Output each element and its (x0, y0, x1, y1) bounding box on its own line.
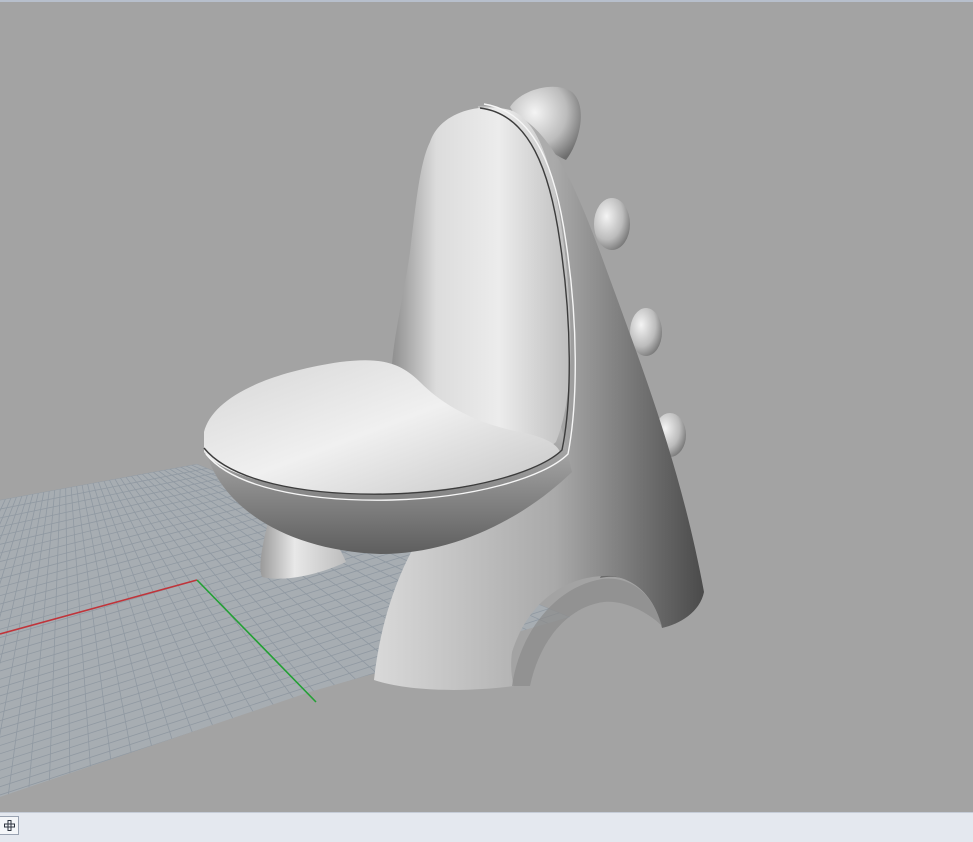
plus-square-icon (3, 820, 15, 831)
viewport-scene (0, 86, 704, 797)
add-viewport-tab-button[interactable] (0, 816, 19, 835)
perspective-viewport[interactable] (0, 2, 973, 812)
viewport-tab-bar (0, 812, 973, 842)
spike-2 (594, 198, 630, 250)
